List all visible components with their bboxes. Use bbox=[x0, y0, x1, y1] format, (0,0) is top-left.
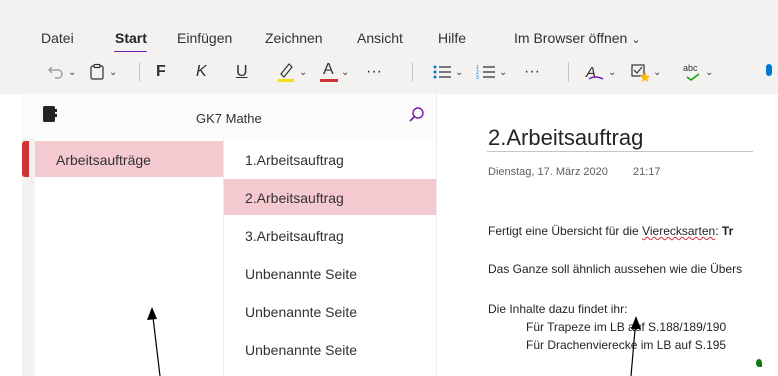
annotation-arrowhead bbox=[631, 316, 641, 329]
annotation-arrows bbox=[147, 307, 641, 376]
annotation-arrowhead bbox=[147, 307, 157, 320]
